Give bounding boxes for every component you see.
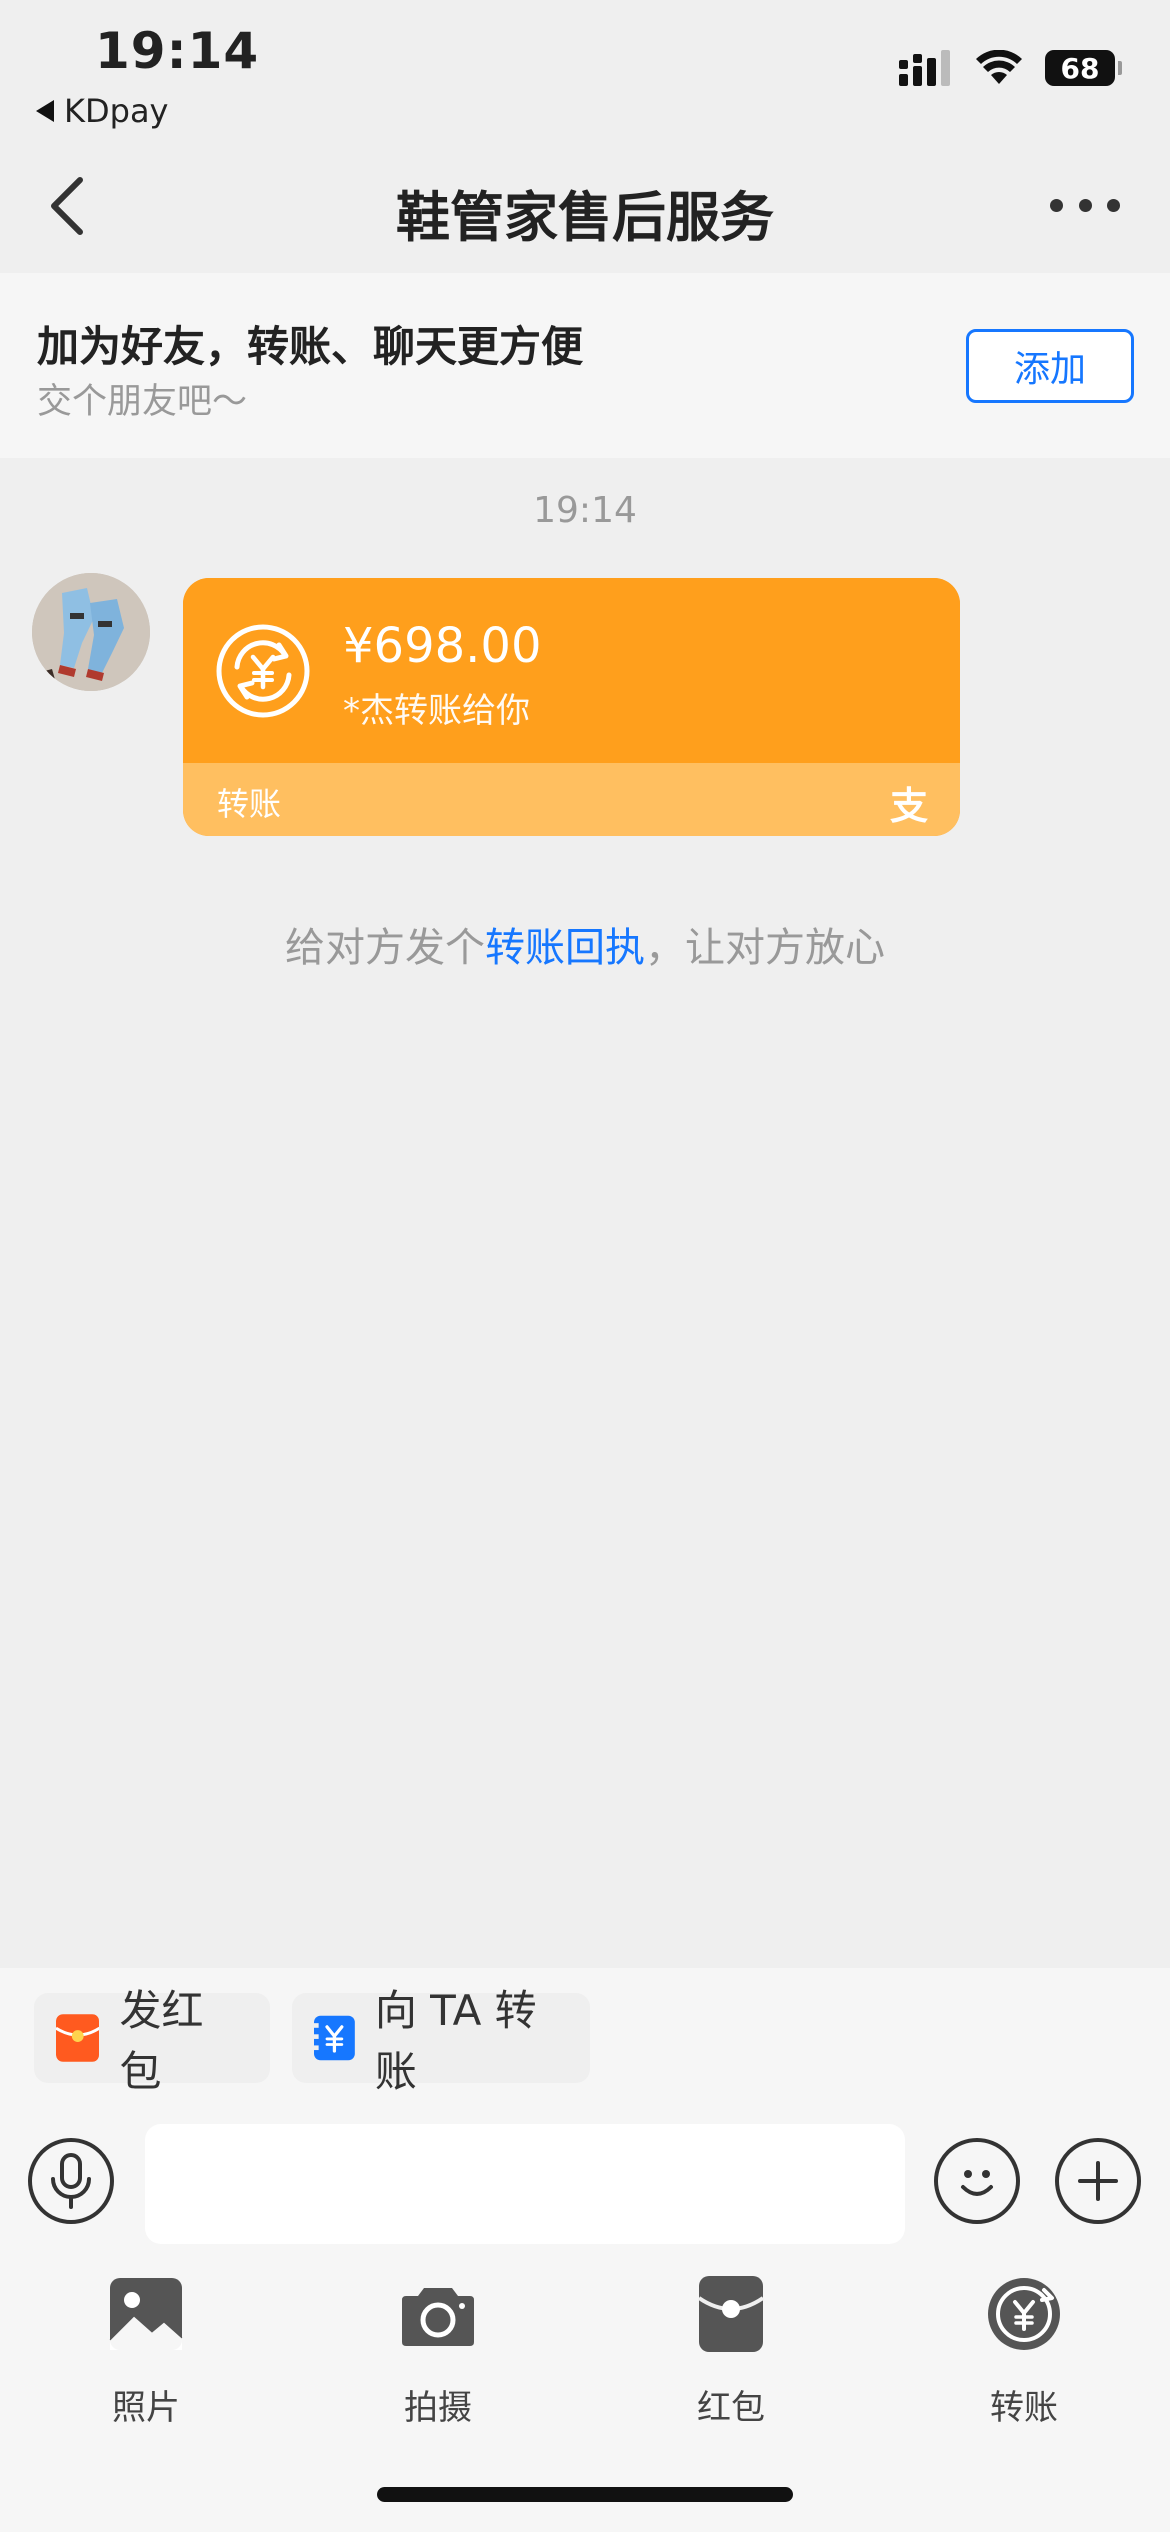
back-app-label: KDpay	[64, 92, 169, 130]
transfer-yuan-icon	[216, 624, 310, 718]
transfer-yuan-card-icon	[314, 2015, 355, 2061]
more-options-button[interactable]	[1050, 180, 1120, 230]
transfer-amount: ¥698.00	[343, 618, 542, 674]
cellular-signal-icon	[899, 50, 950, 86]
status-time: 19:14	[95, 22, 260, 80]
camera-icon	[402, 2288, 474, 2346]
add-friend-banner: 加为好友，转账、聊天更方便 交个朋友吧～ 添加	[0, 273, 1170, 458]
more-dot-icon	[1107, 198, 1120, 212]
photo-icon	[109, 2278, 183, 2350]
wifi-icon	[976, 50, 1022, 84]
transfer-card-body: ¥698.00 *杰转账给你	[183, 578, 960, 763]
transfer-receipt-link[interactable]: 转账回执	[485, 925, 645, 971]
tool-transfer[interactable]: 转账	[924, 2268, 1124, 2429]
tool-bar: 照片 拍摄 红包 转账	[0, 2268, 1170, 2448]
emoji-button[interactable]	[934, 2138, 1020, 2224]
chat-screen: 19:14 KDpay 68 鞋管家售后服务 加为好友，转账、聊天更方便 交个朋…	[0, 0, 1170, 2532]
alipay-logo-icon: 支	[889, 784, 928, 828]
back-triangle-icon	[36, 100, 54, 122]
tool-red-packet[interactable]: 红包	[631, 2268, 831, 2429]
bottom-panel: 发红包 向 TA 转账 照片 拍摄 红包 转账	[0, 1968, 1170, 2532]
tool-photo[interactable]: 照片	[46, 2268, 246, 2429]
more-dot-icon	[1078, 198, 1092, 212]
transfer-message-card[interactable]: ¥698.00 *杰转账给你 转账 支	[183, 578, 960, 836]
transfer-to-ta-chip[interactable]: 向 TA 转账	[292, 1986, 590, 2096]
plus-icon	[1078, 2161, 1118, 2201]
voice-input-button[interactable]	[28, 2138, 114, 2224]
banner-subtitle: 交个朋友吧～	[37, 382, 248, 422]
more-dot-icon	[1050, 198, 1063, 212]
more-actions-button[interactable]	[1055, 2138, 1141, 2224]
message-input-row	[0, 2116, 1170, 2246]
status-bar: 19:14 KDpay 68	[0, 0, 1170, 140]
send-red-packet-label: 发红包	[119, 1986, 204, 2096]
banner-title: 加为好友，转账、聊天更方便	[37, 322, 584, 371]
navigation-bar: 鞋管家售后服务	[0, 140, 1170, 273]
message-timestamp: 19:14	[533, 490, 637, 531]
message-text-input[interactable]	[145, 2124, 905, 2244]
transfer-to-ta-label: 向 TA 转账	[374, 1986, 537, 2096]
tool-photo-label: 照片	[112, 2388, 180, 2428]
tool-transfer-label: 转账	[990, 2388, 1058, 2428]
hint-prefix: 给对方发个	[285, 925, 485, 971]
page-title: 鞋管家售后服务	[396, 186, 774, 249]
transfer-icon	[988, 2278, 1060, 2350]
send-red-packet-chip[interactable]: 发红包	[34, 1986, 270, 2096]
avatar-shoe-image	[32, 573, 150, 691]
receipt-hint: 给对方发个转账回执，让对方放心	[0, 915, 1170, 973]
home-indicator[interactable]	[377, 2487, 793, 2502]
avatar[interactable]	[32, 573, 150, 691]
system-icons: 68	[899, 50, 1122, 86]
smiley-face-icon	[961, 2170, 993, 2196]
red-packet-icon	[56, 2014, 100, 2062]
back-to-app-link[interactable]: KDpay	[36, 92, 168, 130]
tool-camera[interactable]: 拍摄	[338, 2268, 538, 2429]
add-friend-button[interactable]: 添加	[966, 329, 1134, 403]
tool-red-packet-label: 红包	[697, 2388, 765, 2428]
hint-suffix: ，让对方放心	[645, 925, 885, 971]
battery-indicator: 68	[1045, 50, 1122, 86]
red-packet-icon	[697, 2276, 765, 2352]
transfer-card-footer: 转账 支	[183, 763, 960, 836]
transfer-type-label: 转账	[217, 785, 282, 823]
transfer-description: *杰转账给你	[343, 691, 530, 731]
microphone-icon	[51, 2153, 91, 2209]
tool-camera-label: 拍摄	[404, 2388, 472, 2428]
